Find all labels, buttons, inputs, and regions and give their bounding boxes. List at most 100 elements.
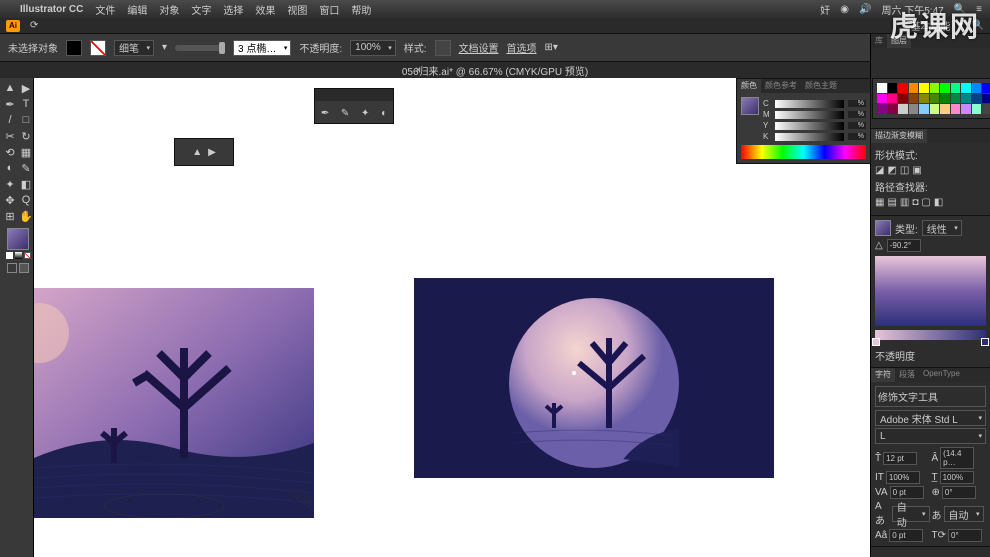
canvas[interactable]: ▲ ▶ ✒ ✎ ✦ ◐ 颜色 颜色参考 颜色主题 C%: [34, 78, 990, 557]
gradient-swatch[interactable]: [875, 220, 891, 236]
color-guide-tab[interactable]: 颜色参考: [761, 79, 801, 93]
gradient-stop-2[interactable]: [981, 338, 989, 346]
brush-tool-icon[interactable]: ✒: [321, 108, 329, 119]
swatch-color[interactable]: [888, 104, 898, 114]
swatch-color[interactable]: [951, 83, 961, 93]
doc-setup-link[interactable]: 文档设置: [459, 40, 499, 55]
rotate-tool[interactable]: ↻: [18, 128, 34, 144]
selection-tool-icon[interactable]: ▲: [192, 147, 202, 158]
swatch-color[interactable]: [972, 94, 982, 104]
screen-mode-normal-icon[interactable]: [7, 263, 17, 273]
menu-window[interactable]: 窗口: [319, 2, 339, 17]
swatch-color[interactable]: [972, 104, 982, 114]
fill-swatch[interactable]: [66, 40, 82, 56]
cyan-slider[interactable]: [775, 100, 844, 108]
gradient-tool[interactable]: ◐: [2, 160, 18, 176]
libs-tab[interactable]: 库: [871, 34, 887, 48]
swatch-color[interactable]: [961, 94, 971, 104]
wifi-icon[interactable]: ◉: [840, 4, 849, 15]
app-name[interactable]: Illustrator CC: [20, 4, 83, 15]
fill-stroke-control[interactable]: [2, 228, 34, 273]
prefs-link[interactable]: 首选项: [507, 40, 537, 55]
color-panel[interactable]: 颜色 颜色参考 颜色主题 C% M% Y% K%: [736, 78, 871, 164]
swatch-color[interactable]: [951, 104, 961, 114]
line-tool[interactable]: /: [2, 112, 18, 128]
menu-type[interactable]: 文字: [191, 2, 211, 17]
char-tab[interactable]: 字符: [871, 368, 895, 382]
stroke-slider[interactable]: [175, 45, 225, 51]
symbol-tool[interactable]: ✥: [2, 192, 18, 208]
swatch-color[interactable]: [888, 94, 898, 104]
yellow-slider[interactable]: [775, 122, 844, 130]
screen-mode-full-icon[interactable]: [19, 263, 29, 273]
yellow-value[interactable]: %: [848, 122, 866, 129]
swatch-color[interactable]: [898, 94, 908, 104]
none-fill-icon[interactable]: [24, 252, 31, 259]
swatch-color[interactable]: [898, 83, 908, 93]
menu-file[interactable]: 文件: [95, 2, 115, 17]
gradient-ramp[interactable]: [875, 330, 986, 340]
pencil-tool[interactable]: ✎: [18, 160, 34, 176]
crot-input[interactable]: 0°: [948, 529, 982, 542]
type-tool[interactable]: T: [18, 96, 34, 112]
pen-tool[interactable]: ✒: [2, 96, 18, 112]
color-tab[interactable]: 颜色: [737, 79, 761, 93]
swatch-color[interactable]: [940, 83, 950, 93]
para-tab[interactable]: 段落: [895, 368, 919, 382]
blob-brush-icon[interactable]: ✦: [361, 108, 369, 119]
swatch-color[interactable]: [940, 104, 950, 114]
floating-tool-popup-2[interactable]: ✒ ✎ ✦ ◐: [314, 88, 394, 124]
pencil-tool-icon[interactable]: ✎: [341, 108, 349, 119]
menu-edit[interactable]: 编辑: [127, 2, 147, 17]
opacity-dropdown[interactable]: 100%: [350, 40, 396, 56]
swatch-color[interactable]: [982, 104, 990, 114]
crop-icon[interactable]: ◘: [912, 197, 918, 208]
swatch-color[interactable]: [919, 104, 929, 114]
menu-view[interactable]: 视图: [287, 2, 307, 17]
divide-icon[interactable]: ▦: [875, 197, 884, 208]
menu-select[interactable]: 选择: [223, 2, 243, 17]
default-fill-icon[interactable]: [6, 252, 13, 259]
black-value[interactable]: %: [848, 133, 866, 140]
swatch-color[interactable]: [982, 94, 990, 104]
cyan-value[interactable]: %: [848, 100, 866, 107]
magenta-slider[interactable]: [775, 111, 844, 119]
swatch-color[interactable]: [982, 83, 990, 93]
brush-dropdown[interactable]: 3 点椭…: [233, 40, 291, 56]
eraser-tool[interactable]: ✦: [2, 176, 18, 192]
menu-help[interactable]: 帮助: [351, 2, 371, 17]
auto2-dropdown[interactable]: 自动: [944, 506, 984, 522]
grad-angle-input[interactable]: -90.2°: [887, 239, 921, 252]
selection-tool[interactable]: ▲: [2, 80, 18, 96]
doc-close-icon[interactable]: ×: [415, 65, 421, 76]
font-size-input[interactable]: 12 pt: [883, 452, 917, 465]
opentype-tab[interactable]: OpenType: [919, 368, 964, 382]
kerning-input[interactable]: 0 pt: [890, 486, 924, 499]
swatch-color[interactable]: [961, 83, 971, 93]
touch-type-button[interactable]: 修饰文字工具: [875, 386, 986, 407]
intersect-icon[interactable]: ◫: [900, 165, 909, 176]
fill-color-swatch[interactable]: [7, 228, 29, 250]
font-family-dropdown[interactable]: Adobe 宋体 Std L: [875, 410, 986, 426]
direct-selection-tool[interactable]: ▶: [18, 80, 34, 96]
menu-effect[interactable]: 效果: [255, 2, 275, 17]
swatch-color[interactable]: [877, 104, 887, 114]
minus-back-icon[interactable]: ◧: [934, 197, 943, 208]
scissors-tool[interactable]: ✂: [2, 128, 18, 144]
swatch-color[interactable]: [898, 104, 908, 114]
exclude-icon[interactable]: ▣: [912, 165, 921, 176]
gradient-fill-icon[interactable]: [15, 252, 22, 259]
swatch-color[interactable]: [972, 83, 982, 93]
color-fill-swatch[interactable]: [741, 97, 759, 115]
hscale-input[interactable]: 100%: [886, 471, 920, 484]
volume-icon[interactable]: 🔊: [859, 4, 871, 15]
color-theme-tab[interactable]: 颜色主题: [801, 79, 841, 93]
trim-icon[interactable]: ▤: [887, 197, 896, 208]
outline-icon[interactable]: ▢: [921, 197, 930, 208]
swatch-color[interactable]: [919, 94, 929, 104]
mesh-tool[interactable]: ▦: [18, 144, 34, 160]
slice-tool[interactable]: ⊞: [2, 208, 18, 224]
swatch-color[interactable]: [909, 94, 919, 104]
floating-tool-popup-1[interactable]: ▲ ▶: [174, 138, 234, 166]
stroke-weight-dropdown[interactable]: 细笔: [114, 40, 154, 56]
